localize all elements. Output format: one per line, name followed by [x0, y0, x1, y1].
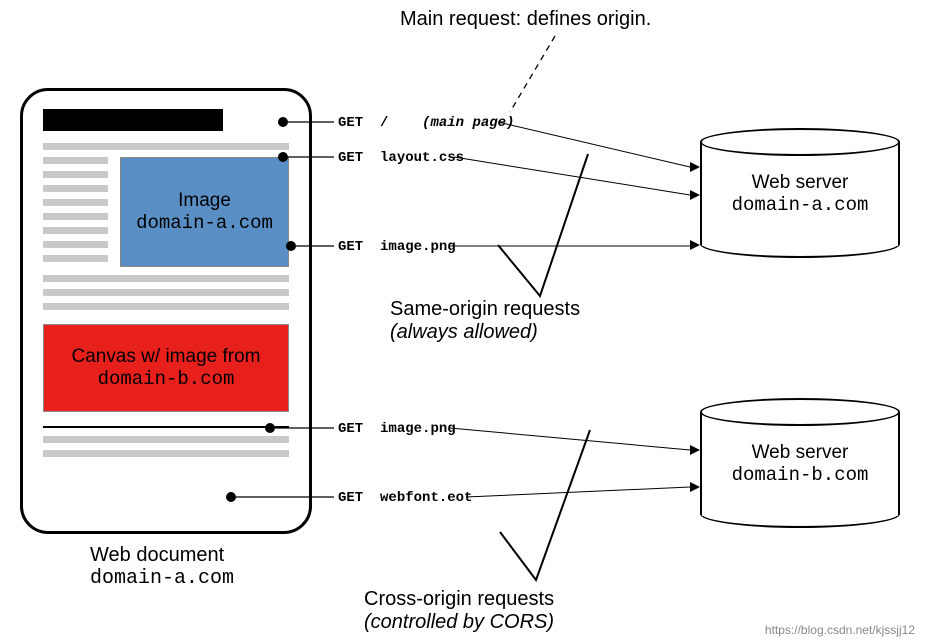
req-path: layout.css — [380, 150, 464, 166]
same-origin-line2: (always allowed) — [390, 321, 580, 344]
text-line — [43, 213, 108, 220]
text-line — [43, 241, 108, 248]
same-origin-annotation: Same-origin requests (always allowed) — [390, 298, 580, 344]
image-box-title: Image — [178, 190, 231, 212]
text-line — [43, 436, 289, 443]
text-line — [43, 227, 108, 234]
server-domain-b: Web server domain-b.com — [700, 398, 900, 528]
connector-dot — [286, 241, 296, 251]
arrowhead-icon — [690, 482, 700, 492]
server-title: Web server — [700, 172, 900, 194]
request-webfont: GET webfont.eot — [338, 490, 472, 506]
req-method: GET — [338, 490, 363, 506]
web-document-caption: Web document domain-a.com — [90, 544, 234, 590]
text-line — [43, 171, 108, 178]
connector-dot — [278, 152, 288, 162]
text-line — [43, 143, 289, 150]
text-line — [43, 303, 289, 310]
req-path: image.png — [380, 421, 456, 437]
req-path: / — [380, 115, 388, 131]
canvas-box-domain: domain-b.com — [98, 368, 235, 390]
request-main-page: GET / (main page) — [338, 115, 514, 131]
text-line — [43, 289, 289, 296]
arrowhead-icon — [690, 162, 700, 172]
arrowhead-icon — [690, 190, 700, 200]
image-box-domain-a: Image domain-a.com — [120, 157, 289, 267]
connector-dot — [226, 492, 236, 502]
req-path: webfont.eot — [380, 490, 472, 506]
req-path: image.png — [380, 239, 456, 255]
req-method: GET — [338, 115, 363, 131]
server-title: Web server — [700, 442, 900, 464]
image-box-domain: domain-a.com — [136, 212, 273, 234]
arrowhead-icon — [690, 240, 700, 250]
text-line — [43, 185, 108, 192]
request-layout-css: GET layout.css — [338, 150, 464, 166]
arrowhead-icon — [690, 445, 700, 455]
cross-origin-annotation: Cross-origin requests (controlled by COR… — [364, 588, 554, 634]
canvas-box-title: Canvas w/ image from — [71, 346, 260, 368]
connector-dot — [278, 117, 288, 127]
caption-title: Web document — [90, 544, 234, 567]
title-bar-placeholder — [43, 109, 223, 131]
server-domain: domain-b.com — [700, 464, 900, 486]
same-origin-line1: Same-origin requests — [390, 298, 580, 321]
web-document: Image domain-a.com Canvas w/ image from … — [20, 88, 312, 534]
request-image-a: GET image.png — [338, 239, 456, 255]
text-line — [43, 275, 289, 282]
connector-dot — [265, 423, 275, 433]
watermark: https://blog.csdn.net/kjssjj12 — [765, 623, 915, 637]
req-method: GET — [338, 421, 363, 437]
req-method: GET — [338, 239, 363, 255]
req-method: GET — [338, 150, 363, 166]
caption-domain: domain-a.com — [90, 567, 234, 590]
server-domain-a: Web server domain-a.com — [700, 128, 900, 258]
text-line — [43, 255, 108, 262]
cross-origin-line2: (controlled by CORS) — [364, 611, 554, 634]
text-line — [43, 450, 289, 457]
request-image-b: GET image.png — [338, 421, 456, 437]
main-request-title: Main request: defines origin. — [400, 8, 651, 31]
req-note: (main page) — [422, 115, 514, 131]
server-domain: domain-a.com — [700, 194, 900, 216]
text-line — [43, 199, 108, 206]
text-line — [43, 157, 108, 164]
cross-origin-line1: Cross-origin requests — [364, 588, 554, 611]
canvas-box-domain-b: Canvas w/ image from domain-b.com — [43, 324, 289, 412]
